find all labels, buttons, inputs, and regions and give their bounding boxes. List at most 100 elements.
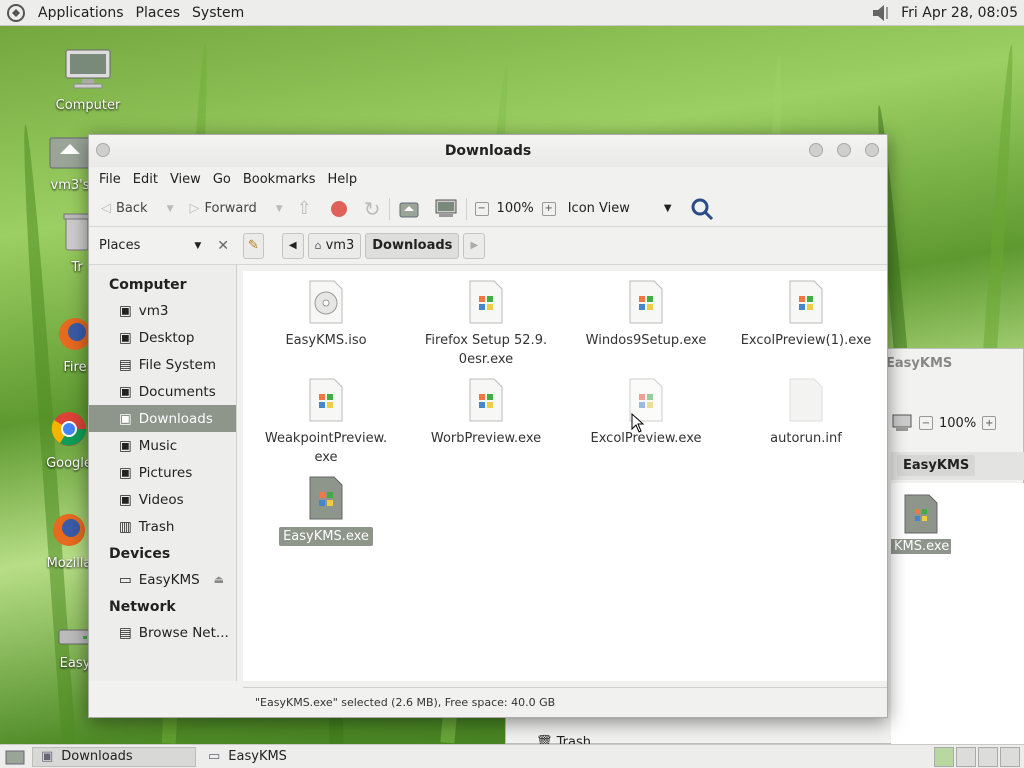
- breadcrumb-vm3[interactable]: ⌂ vm3: [307, 232, 362, 259]
- chevron-down-icon[interactable]: ▼: [194, 241, 201, 251]
- toolbar-separator: [388, 197, 390, 220]
- applications-menu[interactable]: Applications: [32, 5, 130, 21]
- menu-view[interactable]: View: [164, 172, 207, 187]
- home-icon[interactable]: [398, 199, 420, 219]
- sidebar-item-music[interactable]: ▣ Music: [89, 432, 236, 459]
- close-button[interactable]: [865, 143, 879, 157]
- folder-icon: ▣: [119, 410, 132, 427]
- sidebar-item-downloads[interactable]: ▣ Downloads: [89, 405, 236, 432]
- menubar: File Edit View Go Bookmarks Help: [89, 167, 887, 191]
- arrow-left-icon: ◁: [101, 201, 111, 216]
- distro-logo-icon[interactable]: [6, 3, 26, 23]
- window-menu-button[interactable]: [96, 143, 110, 157]
- file-item[interactable]: WeakpointPreview. exe: [251, 377, 401, 467]
- system-menu[interactable]: System: [186, 5, 250, 21]
- menu-bookmarks[interactable]: Bookmarks: [237, 172, 322, 187]
- show-desktop-icon[interactable]: [4, 748, 26, 766]
- desktop-icon-computer[interactable]: Computer: [43, 48, 133, 113]
- blank-file-icon: [789, 378, 823, 422]
- firefox-icon: [53, 514, 85, 546]
- chevron-down-icon[interactable]: ▼: [167, 204, 174, 214]
- pencil-icon: ✎: [248, 238, 259, 253]
- file-item[interactable]: Firefox Setup 52.9. 0esr.exe: [411, 279, 561, 369]
- eject-icon[interactable]: ⏏: [214, 573, 224, 586]
- sidebar-item-videos[interactable]: ▣ Videos: [89, 486, 236, 513]
- breadcrumb-left-arrow[interactable]: ◀: [281, 232, 304, 259]
- computer-icon[interactable]: [891, 413, 913, 433]
- back-button[interactable]: ◁ Back ▼: [95, 195, 179, 223]
- breadcrumb: ✎ ◀ ⌂ vm3 Downloads ▶: [243, 232, 486, 259]
- location-bar: Places ▼ ✕ ✎ ◀ ⌂ vm3 Downloads ▶: [89, 227, 887, 265]
- sidebar-item-pictures[interactable]: ▣ Pictures: [89, 459, 236, 486]
- folder-icon: ▣: [119, 383, 132, 400]
- zoom-in-button[interactable]: +: [982, 416, 997, 430]
- edit-location-button[interactable]: ✎: [243, 232, 264, 259]
- chevron-down-icon[interactable]: ▼: [276, 204, 283, 214]
- file-item[interactable]: ExcolPreview(1).exe: [731, 279, 881, 350]
- file-item-selected[interactable]: EasyKMS.exe: [251, 475, 401, 546]
- zoom-out-button[interactable]: −: [474, 201, 489, 216]
- up-arrow-icon[interactable]: ⇧: [297, 198, 312, 219]
- menu-file[interactable]: File: [93, 172, 127, 187]
- menu-help[interactable]: Help: [321, 172, 363, 187]
- sidebar-item-documents[interactable]: ▣ Documents: [89, 378, 236, 405]
- mouse-cursor-icon: [631, 413, 645, 433]
- workspace-1[interactable]: [934, 746, 954, 767]
- file-item[interactable]: ExcolPreview.exe: [571, 377, 721, 448]
- places-selector[interactable]: Places ▼ ✕: [89, 238, 239, 254]
- exe-file-icon: [789, 280, 823, 324]
- volume-icon[interactable]: [871, 3, 893, 23]
- exe-file-icon[interactable]: [903, 493, 939, 535]
- drive-icon: ▤: [119, 356, 132, 373]
- bg-toolbar: − 100% +: [891, 413, 997, 433]
- file-item[interactable]: Windos9Setup.exe: [571, 279, 721, 350]
- window-titlebar[interactable]: Downloads: [89, 135, 887, 167]
- sidebar-item-browse-network[interactable]: ▤ Browse Net...: [89, 619, 236, 646]
- minimize-button[interactable]: [809, 143, 823, 157]
- folder-icon: ▣: [119, 437, 132, 454]
- file-item[interactable]: autorun.inf: [731, 377, 881, 448]
- top-panel: Applications Places System Fri Apr 28, 0…: [0, 0, 1024, 26]
- close-sidebar-icon[interactable]: ✕: [217, 238, 229, 254]
- clock[interactable]: Fri Apr 28, 08:05: [901, 5, 1018, 21]
- file-view[interactable]: EasyKMS.iso Firefox Setup 52.9. 0esr.exe…: [243, 271, 887, 681]
- maximize-button[interactable]: [837, 143, 851, 157]
- exe-file-icon: [629, 280, 663, 324]
- view-mode-select[interactable]: Icon View ▼: [560, 201, 680, 216]
- window-title: Downloads: [444, 143, 532, 159]
- breadcrumb-right-arrow[interactable]: ▶: [463, 232, 486, 259]
- places-menu[interactable]: Places: [130, 5, 187, 21]
- computer-icon[interactable]: [434, 198, 458, 220]
- sidebar-header-computer: Computer: [109, 277, 187, 293]
- zoom-in-button[interactable]: +: [541, 201, 556, 216]
- file-item[interactable]: WorbPreview.exe: [411, 377, 561, 448]
- breadcrumb-downloads[interactable]: Downloads: [365, 232, 460, 259]
- taskbar-item-downloads[interactable]: ▣ Downloads: [32, 746, 196, 767]
- breadcrumb-easykms[interactable]: EasyKMS: [897, 455, 976, 476]
- stop-icon[interactable]: [328, 198, 350, 220]
- reload-icon[interactable]: ↻: [364, 197, 381, 221]
- taskbar-item-easykms[interactable]: ▭ EasyKMS: [200, 747, 295, 767]
- bg-file-area[interactable]: KMS.exe: [891, 483, 1024, 745]
- drive-icon: ▭: [119, 571, 132, 588]
- search-icon[interactable]: [690, 197, 714, 221]
- sidebar-item-desktop[interactable]: ▣ Desktop: [89, 324, 236, 351]
- sidebar-item-vm3[interactable]: ▣ vm3: [89, 297, 236, 324]
- folder-icon: ▣: [41, 749, 54, 764]
- trash-icon: ▥: [119, 518, 132, 535]
- chevron-down-icon: ▼: [663, 203, 672, 214]
- file-manager-window[interactable]: Downloads File Edit View Go Bookmarks He…: [88, 134, 888, 718]
- workspace-2[interactable]: [956, 746, 976, 767]
- sidebar-item-trash[interactable]: ▥ Trash: [89, 513, 236, 540]
- home-folder-icon: [49, 137, 91, 169]
- file-item[interactable]: EasyKMS.iso: [251, 279, 401, 350]
- menu-go[interactable]: Go: [207, 172, 237, 187]
- folder-icon: ▣: [119, 464, 132, 481]
- menu-edit[interactable]: Edit: [127, 172, 164, 187]
- sidebar-item-file-system[interactable]: ▤ File System: [89, 351, 236, 378]
- workspace-3[interactable]: [978, 746, 998, 767]
- zoom-out-button[interactable]: −: [919, 416, 933, 430]
- forward-button[interactable]: ▷ Forward ▼: [183, 195, 288, 223]
- sidebar-item-easykms[interactable]: ▭ EasyKMS ⏏: [89, 566, 236, 593]
- workspace-4[interactable]: [1000, 746, 1020, 767]
